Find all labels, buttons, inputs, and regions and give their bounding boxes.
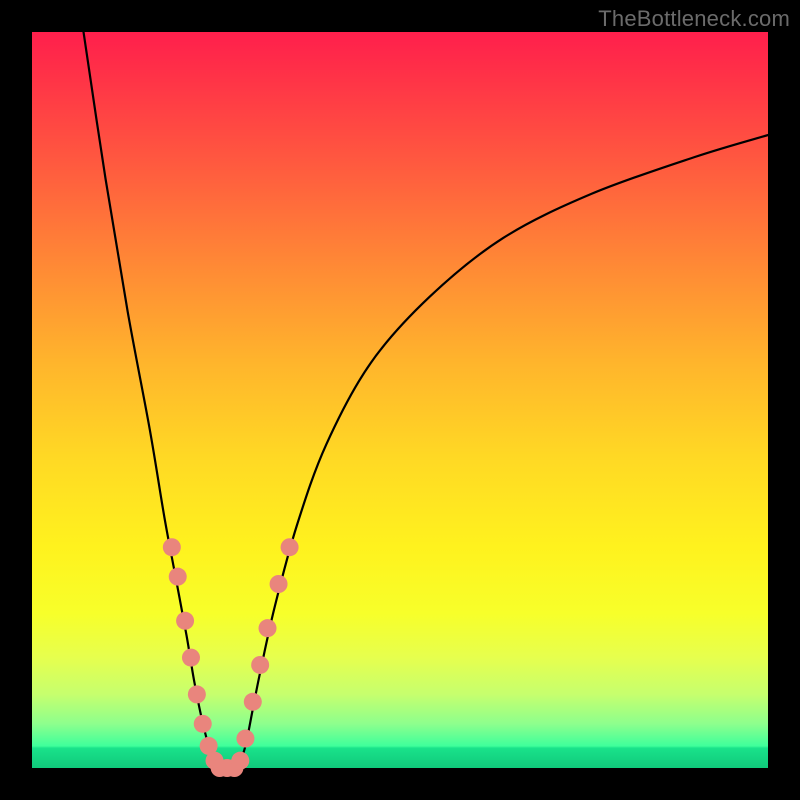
watermark-text: TheBottleneck.com: [598, 6, 790, 32]
marker-dot: [169, 568, 187, 586]
marker-dot: [231, 752, 249, 770]
marker-dot: [251, 656, 269, 674]
marker-dot: [270, 575, 288, 593]
chart-stage: TheBottleneck.com: [0, 0, 800, 800]
plot-area: [32, 32, 768, 768]
marker-dot: [281, 538, 299, 556]
marker-dot: [182, 649, 200, 667]
marker-dot: [244, 693, 262, 711]
marker-dot: [176, 612, 194, 630]
marker-dot: [163, 538, 181, 556]
marker-dot: [236, 730, 254, 748]
marker-dot: [188, 685, 206, 703]
right-curve: [238, 135, 768, 768]
curve-layer: [32, 32, 768, 768]
marker-dot: [194, 715, 212, 733]
marker-dots: [163, 538, 299, 777]
marker-dot: [259, 619, 277, 637]
